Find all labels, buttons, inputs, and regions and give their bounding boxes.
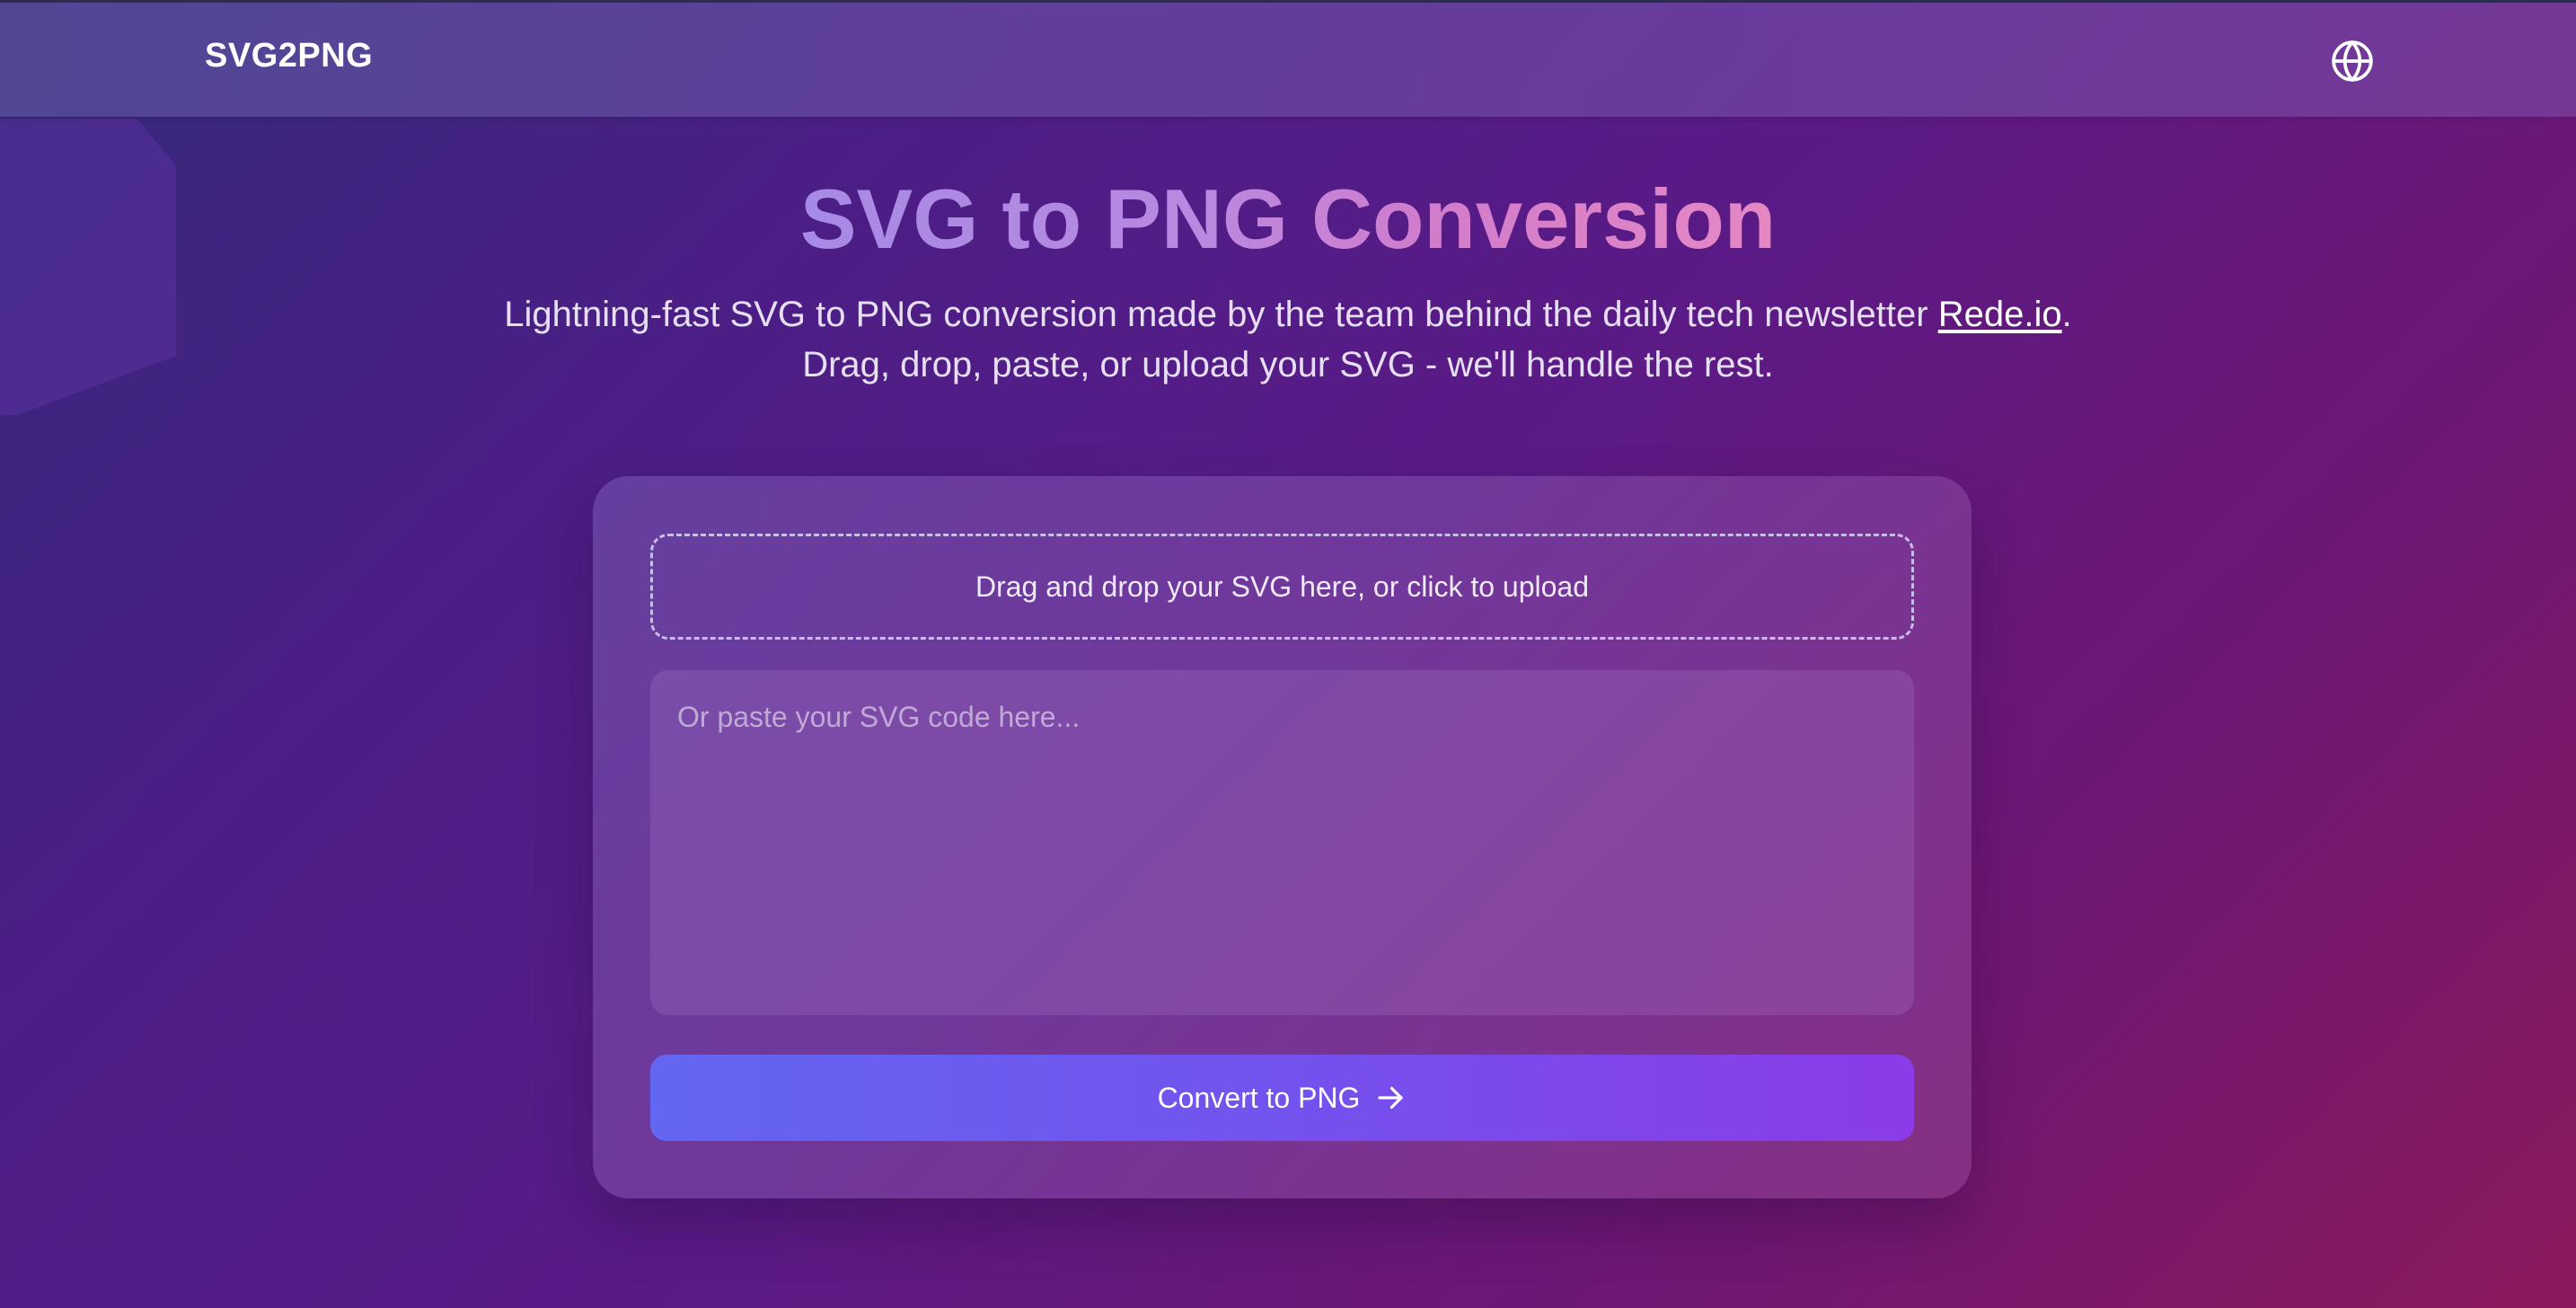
site-logo[interactable]: SVG2PNG <box>205 37 373 75</box>
subtitle-text: Lightning-fast SVG to PNG conversion mad… <box>504 295 1938 334</box>
dropzone-label: Drag and drop your SVG here, or click to… <box>975 570 1590 603</box>
rede-io-link[interactable]: Rede.io <box>1938 295 2062 334</box>
convert-button[interactable]: Convert to PNG <box>650 1055 1914 1141</box>
svg-dropzone[interactable]: Drag and drop your SVG here, or click to… <box>650 534 1914 640</box>
subtitle-period: . <box>2061 295 2072 334</box>
page-title: SVG to PNG Conversion <box>794 167 1782 271</box>
svg-code-input[interactable] <box>650 670 1914 1015</box>
arrow-right-icon <box>1378 1086 1404 1109</box>
top-navigation-bar: SVG2PNG <box>0 0 2576 117</box>
converter-card: Drag and drop your SVG here, or click to… <box>593 476 1972 1198</box>
subtitle-line-1: Lightning-fast SVG to PNG conversion mad… <box>0 289 2576 340</box>
globe-icon[interactable] <box>2330 39 2375 84</box>
page-subtitle: Lightning-fast SVG to PNG conversion mad… <box>0 289 2576 390</box>
convert-button-label: Convert to PNG <box>1157 1081 1361 1114</box>
subtitle-line-2: Drag, drop, paste, or upload your SVG - … <box>802 345 1774 384</box>
